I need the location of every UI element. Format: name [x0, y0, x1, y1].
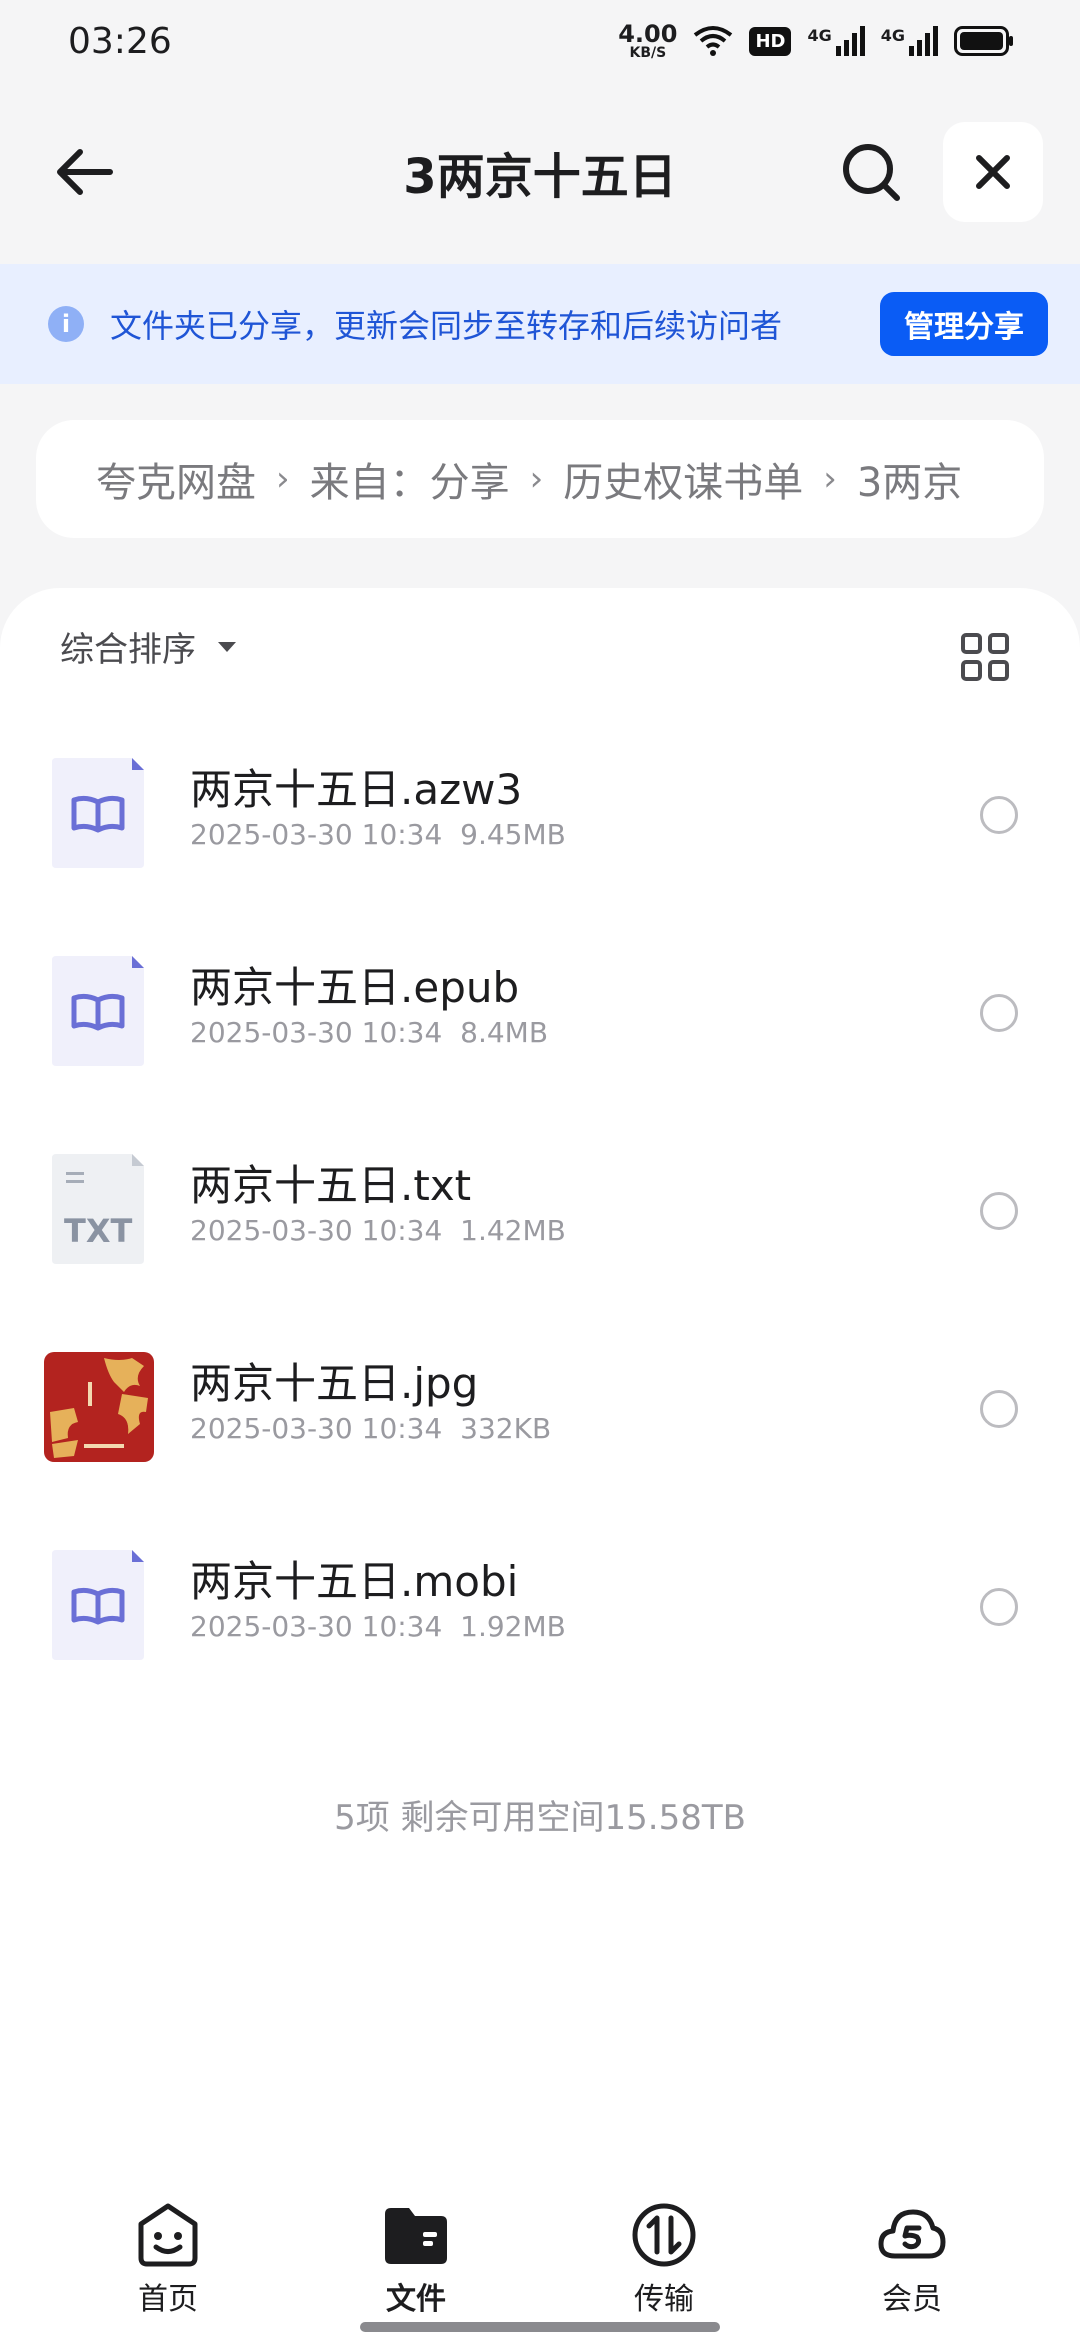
manage-share-button[interactable]: 管理分享: [880, 292, 1048, 356]
file-item-epub[interactable]: 两京十五日.epub 2025-03-30 10:34 8.4MB: [0, 916, 1080, 1114]
file-list-panel: 综合排序 两京十五日.azw3 2025-03-30 10:34 9.45MB …: [0, 588, 1080, 2340]
network-type-1: 4G: [807, 26, 832, 45]
info-icon: i: [48, 306, 84, 342]
file-item-txt[interactable]: TXT 两京十五日.txt 2025-03-30 10:34 1.42MB: [0, 1114, 1080, 1312]
home-indicator[interactable]: [360, 2322, 720, 2332]
storage-summary: 5项 剩余可用空间15.58TB: [334, 1798, 746, 1838]
grid-view-icon: [961, 633, 1009, 681]
select-checkbox[interactable]: [980, 994, 1018, 1032]
file-name: 两京十五日.mobi: [190, 1557, 519, 1606]
file-list: 两京十五日.azw3 2025-03-30 10:34 9.45MB 两京十五日…: [0, 718, 1080, 1708]
nav-transfer-label: 传输: [634, 2282, 694, 2317]
nav-member-label: 会员: [882, 2282, 942, 2317]
back-arrow-icon: [57, 149, 113, 195]
transfer-icon: [632, 2203, 696, 2267]
folder-icon: [385, 2208, 447, 2264]
grid-view-button[interactable]: [960, 632, 1010, 682]
status-time: 03:26: [68, 20, 172, 62]
search-button[interactable]: [836, 137, 906, 207]
sort-dropdown[interactable]: 综合排序: [60, 622, 238, 671]
file-name: 两京十五日.azw3: [190, 765, 523, 814]
file-size: 1.42MB: [460, 1214, 566, 1247]
file-date: 2025-03-30 10:34: [190, 1016, 443, 1049]
file-size: 332KB: [460, 1412, 552, 1445]
nav-home-label: 首页: [138, 2282, 198, 2317]
nav-member[interactable]: 会员: [832, 2200, 992, 2320]
select-checkbox[interactable]: [980, 1390, 1018, 1428]
file-item-azw3[interactable]: 两京十五日.azw3 2025-03-30 10:34 9.45MB: [0, 718, 1080, 916]
network-speed-unit: KB/S: [629, 45, 667, 61]
network-type-2: 4G: [880, 26, 905, 45]
signal-bars-icon: [835, 26, 865, 56]
battery-icon: [954, 26, 1013, 56]
top-bar: 3两京十五日: [0, 82, 1080, 262]
breadcrumb-item-current: 3两京: [856, 460, 963, 506]
network-speed: 4.00 KB/S: [618, 22, 677, 60]
image-thumbnail: [44, 1352, 154, 1462]
ebook-file-icon: [52, 956, 144, 1066]
chevron-right-icon: ›: [529, 459, 544, 499]
file-meta: 2025-03-30 10:34 1.42MB: [190, 1214, 566, 1247]
file-item-mobi[interactable]: 两京十五日.mobi 2025-03-30 10:34 1.92MB: [0, 1510, 1080, 1708]
share-info-banner: i 文件夹已分享，更新会同步至转存和后续访问者 管理分享: [0, 264, 1080, 384]
breadcrumb-item-list[interactable]: 历史权谋书单: [563, 450, 803, 508]
file-item-jpg[interactable]: 两京十五日.jpg 2025-03-30 10:34 332KB: [0, 1312, 1080, 1510]
file-size: 8.4MB: [460, 1016, 549, 1049]
close-icon: [976, 155, 1010, 189]
file-meta: 2025-03-30 10:34 1.92MB: [190, 1610, 566, 1643]
network-speed-value: 4.00: [618, 20, 678, 48]
bottom-nav: 首页 文件 传输 会员: [0, 2190, 1080, 2340]
file-meta: 2025-03-30 10:34 9.45MB: [190, 818, 566, 851]
breadcrumb-item-share[interactable]: 来自：分享: [310, 450, 510, 508]
txt-file-icon: TXT: [52, 1154, 144, 1264]
ebook-file-icon: [52, 1550, 144, 1660]
file-name: 两京十五日.txt: [190, 1161, 472, 1210]
caret-down-icon: [218, 641, 236, 652]
file-date: 2025-03-30 10:34: [190, 1214, 443, 1247]
file-date: 2025-03-30 10:34: [190, 1412, 443, 1445]
nav-transfer[interactable]: 传输: [584, 2200, 744, 2320]
cloud-member-icon: [878, 2209, 946, 2259]
wifi-icon: [694, 26, 733, 56]
share-info-text: 文件夹已分享，更新会同步至转存和后续访问者: [110, 307, 783, 345]
signal-1: 4G: [807, 26, 865, 56]
ebook-file-icon: [52, 758, 144, 868]
smiley-home-icon: [138, 2203, 198, 2267]
file-size: 9.45MB: [460, 818, 566, 851]
nav-home[interactable]: 首页: [88, 2200, 248, 2320]
nav-files-label: 文件: [386, 2282, 446, 2317]
breadcrumb-item-root[interactable]: 夸克网盘: [96, 450, 256, 508]
signal-bars-icon: [909, 26, 938, 56]
select-checkbox[interactable]: [980, 796, 1018, 834]
file-meta: 2025-03-30 10:34 332KB: [190, 1412, 551, 1445]
sort-label: 综合排序: [60, 630, 196, 670]
close-button[interactable]: [943, 122, 1043, 222]
nav-files[interactable]: 文件: [336, 2200, 496, 2320]
txt-icon-label: TXT: [64, 1212, 133, 1250]
page-title: 3两京十五日: [403, 149, 677, 205]
file-date: 2025-03-30 10:34: [190, 818, 443, 851]
select-checkbox[interactable]: [980, 1192, 1018, 1230]
search-icon: [843, 144, 900, 201]
file-name: 两京十五日.jpg: [190, 1359, 479, 1408]
hd-voice-badge: HD: [749, 26, 792, 56]
status-bar: 03:26 4.00 KB/S HD 4G 4G: [0, 0, 1080, 82]
select-checkbox[interactable]: [980, 1588, 1018, 1626]
chevron-right-icon: ›: [823, 459, 837, 499]
file-date: 2025-03-30 10:34: [190, 1610, 443, 1643]
signal-2: 4G: [881, 26, 938, 56]
chevron-right-icon: ›: [276, 459, 290, 499]
status-icons: 4.00 KB/S HD 4G 4G: [618, 22, 1014, 60]
file-name: 两京十五日.epub: [190, 963, 520, 1012]
file-meta: 2025-03-30 10:34 8.4MB: [190, 1016, 548, 1049]
file-size: 1.92MB: [460, 1610, 566, 1643]
breadcrumb: 夸克网盘 › 来自：分享 › 历史权谋书单 › 3两京: [36, 420, 1044, 538]
back-button[interactable]: [44, 137, 124, 207]
